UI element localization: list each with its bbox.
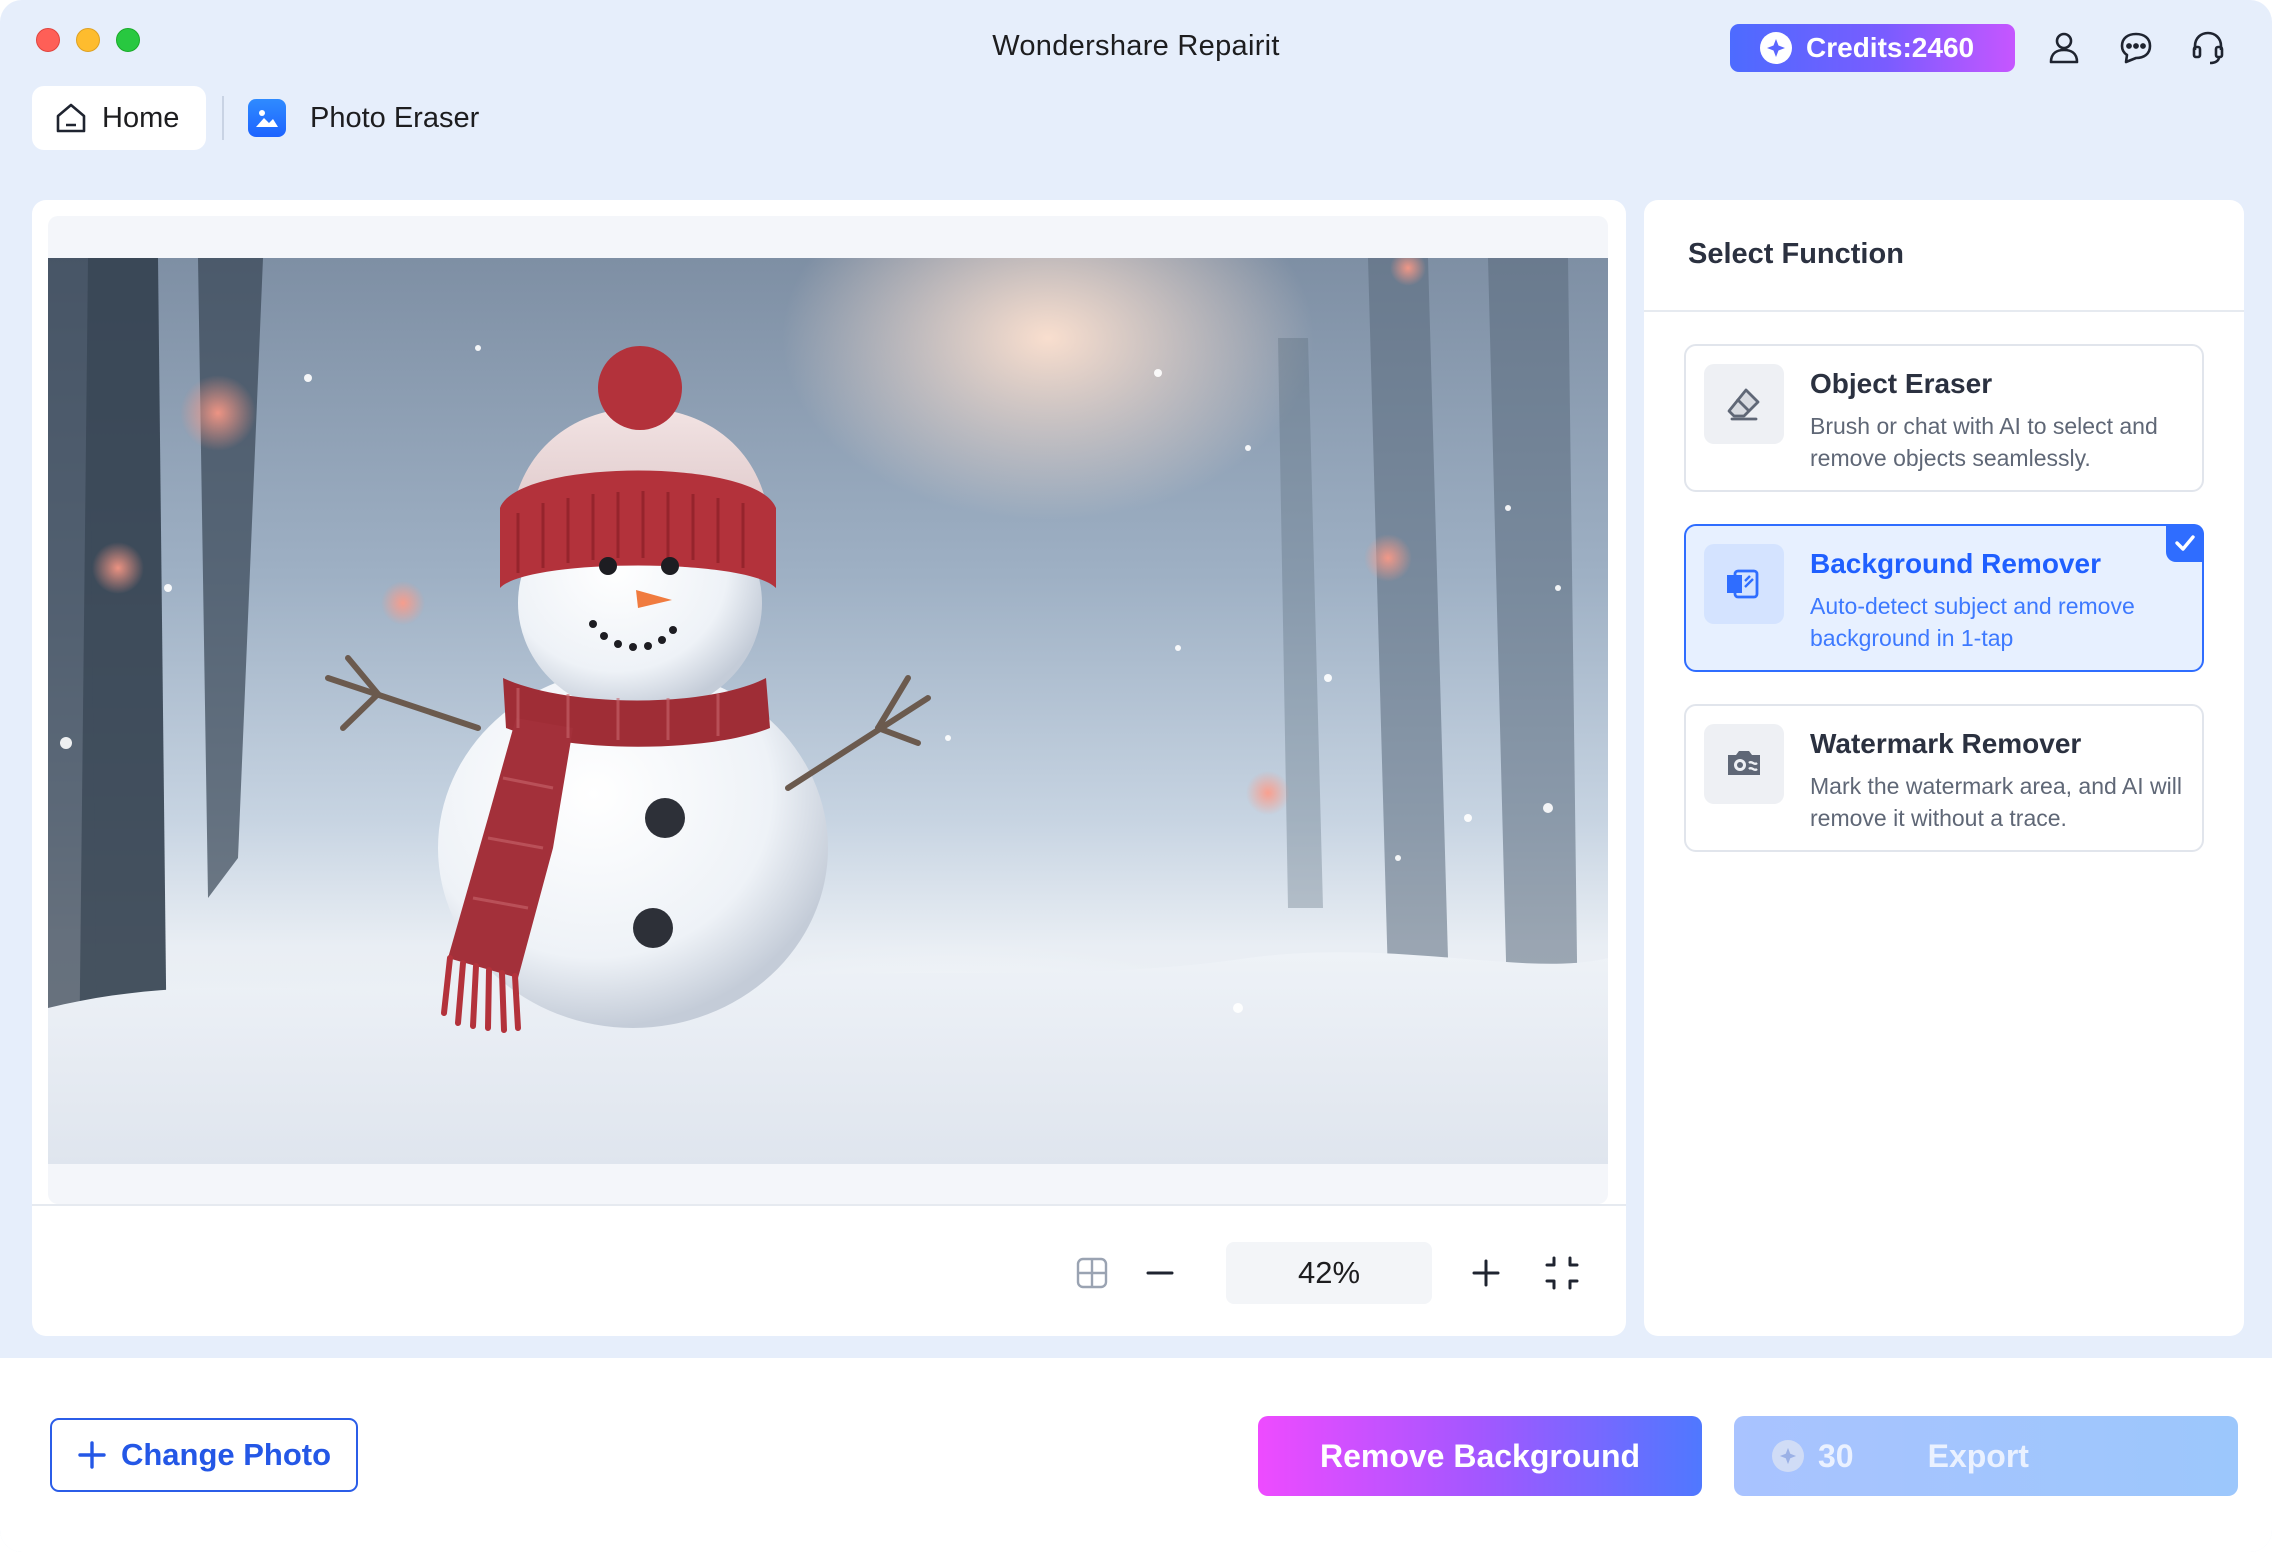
credits-label: Credits:2460 [1806, 32, 1975, 63]
object-eraser-card[interactable]: Object Eraser Brush or chat with AI to s… [1684, 344, 2204, 492]
support-icon[interactable] [2188, 28, 2228, 68]
zoom-level[interactable]: 42% [1226, 1242, 1432, 1304]
zoom-out-button[interactable] [1140, 1253, 1180, 1293]
background-remover-icon [1704, 544, 1784, 624]
credits-icon [1760, 32, 1792, 64]
function-panel: Select Function Object Eraser Brush or c… [1644, 200, 2244, 1336]
selected-check-icon [2166, 524, 2204, 562]
credits-badge[interactable]: Credits:2460 [1730, 24, 2015, 72]
function-panel-title: Select Function [1688, 238, 1904, 270]
photo-preview[interactable] [48, 258, 1608, 1164]
app-window: Wondershare Repairit Credits:2460 Home P… [0, 0, 2272, 1552]
canvas-panel: 42% [32, 200, 1626, 1336]
canvas-area[interactable] [48, 216, 1608, 1204]
background-remover-title: Background Remover [1810, 548, 2101, 579]
nav-divider [222, 96, 224, 140]
change-photo-label: Change Photo [120, 1437, 332, 1472]
footer-bar: Change Photo Remove Background 30 Export [0, 1358, 2272, 1552]
home-tab[interactable]: Home [32, 86, 206, 150]
home-tab-label: Home [102, 101, 180, 134]
watermark-remover-card[interactable]: Watermark Remover Mark the watermark are… [1684, 704, 2204, 852]
controls-divider [32, 1204, 1626, 1206]
fit-screen-icon[interactable] [1542, 1253, 1582, 1293]
export-cost: 30 [1772, 1438, 1854, 1475]
watermark-remover-title: Watermark Remover [1810, 728, 2082, 759]
credits-coin-icon [1772, 1440, 1804, 1472]
background-remover-card[interactable]: Background Remover Auto-detect subject a… [1684, 524, 2204, 672]
background-remover-desc: Auto-detect subject and remove backgroun… [1810, 593, 2135, 651]
compare-icon[interactable] [1072, 1253, 1112, 1293]
watermark-remover-icon [1704, 724, 1784, 804]
export-label: Export [1927, 1437, 2029, 1474]
eraser-icon [1704, 364, 1784, 444]
function-panel-divider [1644, 310, 2244, 312]
plus-icon [78, 1441, 106, 1469]
export-button[interactable]: 30 Export [1734, 1416, 2238, 1496]
remove-background-button[interactable]: Remove Background [1258, 1416, 1702, 1496]
zoom-in-button[interactable] [1466, 1253, 1506, 1293]
account-icon[interactable] [2044, 28, 2084, 68]
object-eraser-desc: Brush or chat with AI to select and remo… [1810, 413, 2158, 471]
home-icon [56, 103, 86, 133]
photo-eraser-icon [248, 99, 286, 137]
remove-background-label: Remove Background [1319, 1437, 1641, 1474]
photo-eraser-tab[interactable]: Photo Eraser [248, 96, 479, 140]
change-photo-button[interactable]: Change Photo [50, 1418, 358, 1492]
watermark-remover-desc: Mark the watermark area, and AI will rem… [1810, 773, 2182, 831]
export-cost-value: 30 [1818, 1437, 1854, 1474]
photo-eraser-label: Photo Eraser [310, 101, 480, 134]
feedback-icon[interactable] [2116, 28, 2156, 68]
object-eraser-title: Object Eraser [1810, 368, 1993, 399]
